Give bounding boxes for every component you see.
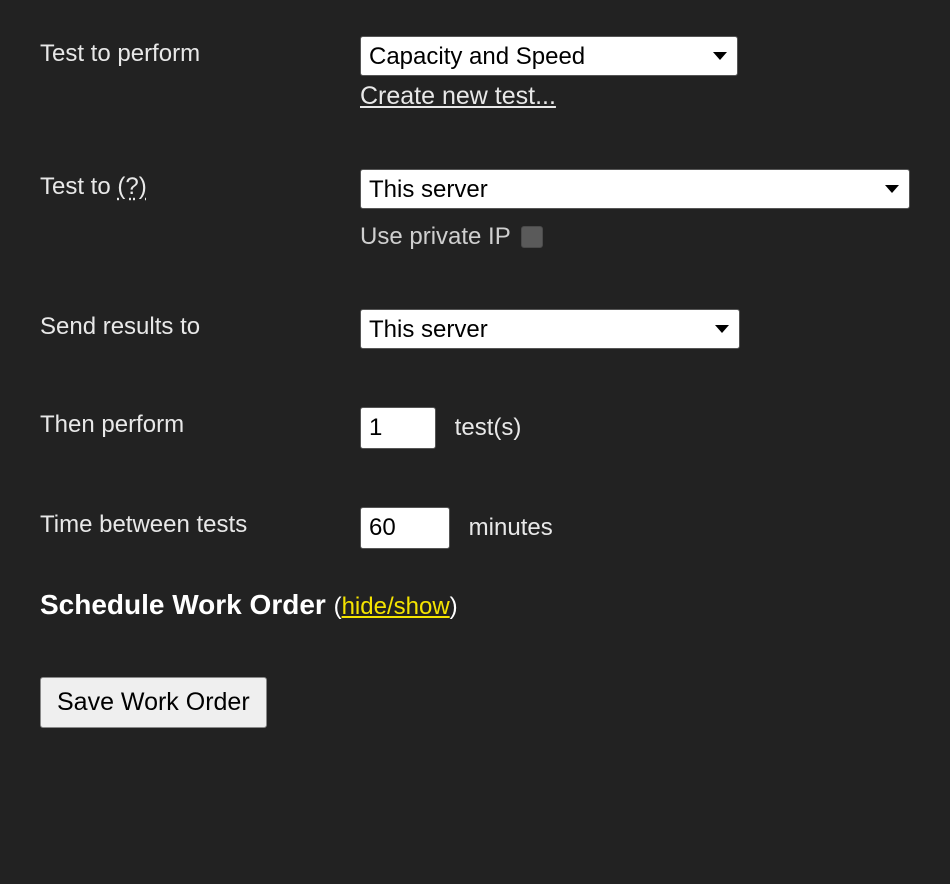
heading-schedule-title: Schedule Work Order [40, 589, 326, 620]
label-test-to-text: Test to [40, 173, 111, 200]
label-send-results-to: Send results to [40, 309, 360, 341]
select-test-to-perform[interactable]: Capacity and Speed [360, 36, 738, 76]
checkbox-use-private-ip[interactable] [521, 226, 543, 248]
row-send-results-to: Send results to This server [40, 309, 910, 349]
label-time-between: Time between tests [40, 507, 360, 539]
input-then-perform-count[interactable] [360, 407, 436, 449]
save-work-order-button[interactable]: Save Work Order [40, 677, 267, 728]
row-then-perform: Then perform test(s) [40, 407, 910, 449]
field-send-results-to: This server [360, 309, 910, 349]
row-test-to-perform: Test to perform Capacity and Speed Creat… [40, 36, 910, 111]
field-then-perform: test(s) [360, 407, 910, 449]
select-send-results-to[interactable]: This server [360, 309, 740, 349]
field-time-between: minutes [360, 507, 910, 549]
label-then-perform: Then perform [40, 407, 360, 439]
input-time-between[interactable] [360, 507, 450, 549]
row-use-private-ip: Use private IP [360, 223, 910, 251]
link-hide-show[interactable]: hide/show [342, 593, 450, 620]
heading-schedule-work-order: Schedule Work Order (hide/show) [40, 589, 910, 621]
row-time-between: Time between tests minutes [40, 507, 910, 549]
field-test-to: This server Use private IP [360, 169, 910, 251]
row-test-to: Test to (?) This server Use private IP [40, 169, 910, 251]
suffix-tests: test(s) [455, 414, 522, 441]
link-create-new-test[interactable]: Create new test... [360, 82, 556, 111]
suffix-minutes: minutes [469, 514, 553, 541]
label-test-to-perform: Test to perform [40, 36, 360, 68]
label-test-to: Test to (?) [40, 169, 360, 201]
field-test-to-perform: Capacity and Speed Create new test... [360, 36, 910, 111]
label-use-private-ip: Use private IP [360, 223, 511, 251]
help-test-to[interactable]: (?) [117, 173, 146, 200]
select-test-to[interactable]: This server [360, 169, 910, 209]
